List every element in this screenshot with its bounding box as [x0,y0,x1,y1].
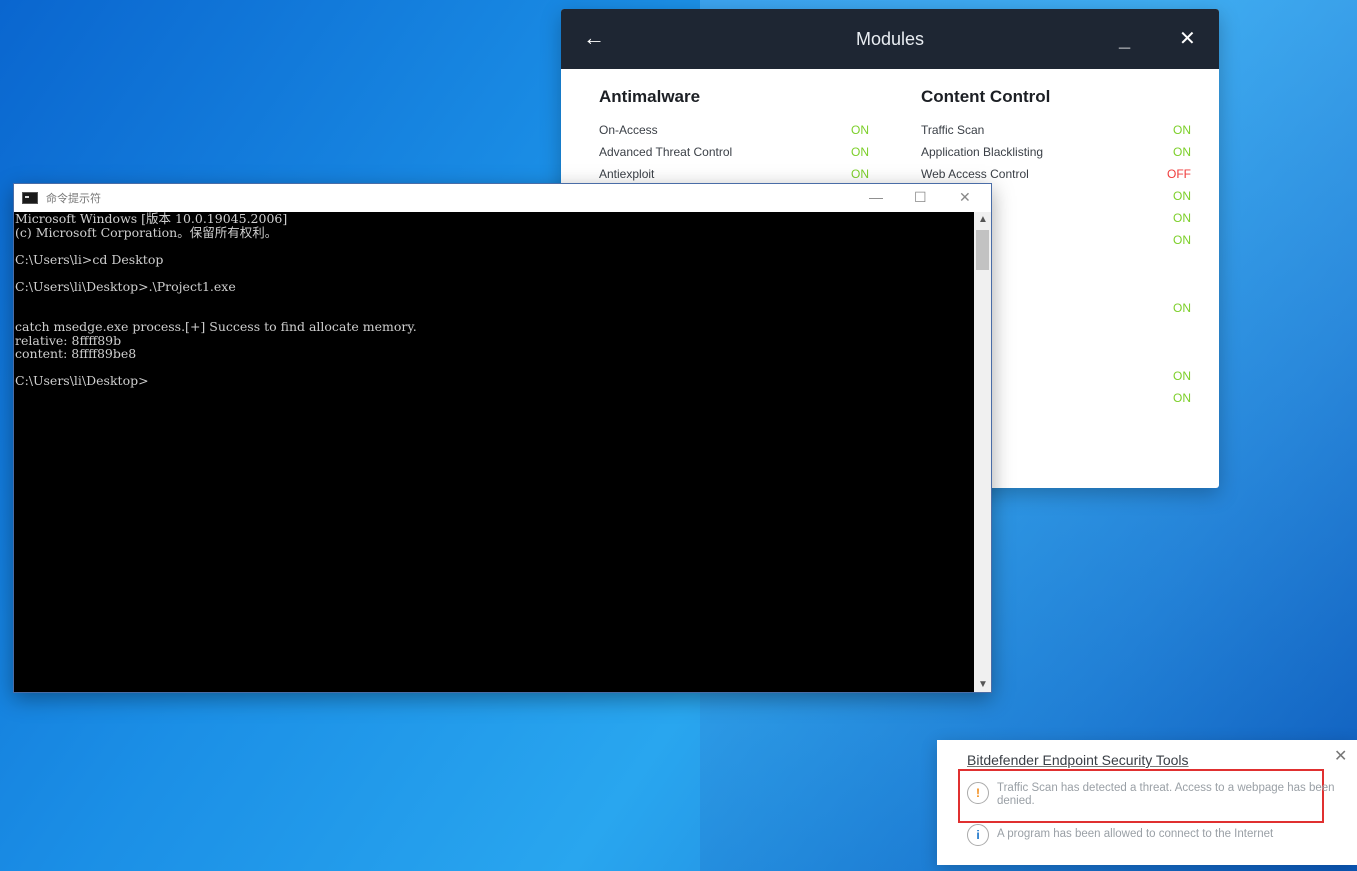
module-row[interactable]: Advanced Threat Control ON [599,141,869,163]
cmd-scrollbar[interactable]: ▲ ▼ [974,212,991,692]
notification-item-info[interactable]: i A program has been allowed to connect … [967,824,1337,846]
minimize-icon[interactable]: _ [1119,29,1130,52]
module-status[interactable]: ON [1173,119,1191,141]
module-status[interactable]: OFF [1167,163,1191,185]
warning-icon: ! [967,782,989,804]
modules-header: ← Modules _ ✕ [561,9,1219,69]
module-label: Antiexploit [599,167,655,181]
module-row[interactable]: Antiexploit ON [599,163,869,185]
module-status[interactable]: ON [851,119,869,141]
notification-close-icon[interactable]: ✕ [1334,746,1347,766]
module-status[interactable]: ON [851,163,869,185]
bitdefender-notification: Bitdefender Endpoint Security Tools ✕ ! … [937,740,1357,865]
module-row[interactable]: Application Blacklisting ON [921,141,1191,163]
module-label: Web Access Control [921,167,1029,181]
modules-title: Modules [855,28,925,49]
console-line: relative: 8ffff89b [15,332,122,348]
cmd-title-bar[interactable]: 命令提示符 — ☐ ✕ [14,184,991,212]
close-icon[interactable]: ✕ [1179,26,1196,51]
module-status[interactable]: ON [1173,297,1191,319]
module-label: Application Blacklisting [921,145,1044,159]
notification-text: A program has been allowed to connect to… [997,828,1274,840]
console-line: (c) Microsoft Corporation。保留所有权利。 [15,224,278,240]
module-section-title: Antimalware [599,87,701,106]
module-status[interactable]: ON [1173,365,1191,387]
console-line: content: 8ffff89be8 [15,346,137,361]
command-prompt-window: 命令提示符 — ☐ ✕ Microsoft Windows [版本 10.0.1… [13,183,992,693]
console-line: Microsoft Windows [版本 10.0.19045.2006] [15,212,288,226]
module-label: Traffic Scan [921,123,985,137]
module-section-title: Content Control [921,87,1051,106]
notification-item-threat[interactable]: ! Traffic Scan has detected a threat. Ac… [967,782,1337,808]
back-arrow-icon[interactable]: ← [583,25,605,51]
notification-text: Traffic Scan has detected a threat. Acce… [997,782,1335,807]
console-line: C:\Users\li\Desktop>.\Project1.exe [15,278,236,294]
info-icon: i [967,824,989,846]
modules-left-column: Antimalware On-Access ON Advanced Threat Co… [599,87,869,185]
cmd-app-icon [22,192,38,204]
module-row[interactable]: Traffic Scan ON [921,119,1191,141]
module-label: On-Access [599,123,658,137]
console-line: C:\Users\li>cd Desktop [15,251,164,267]
module-status[interactable]: ON [1173,387,1191,409]
notification-title: Bitdefender Endpoint Security Tools [967,752,1189,768]
module-status[interactable]: ON [1173,141,1191,163]
console-line: catch msedge.exe process.[+] Success to … [15,319,417,334]
module-label: Advanced Threat Control [599,145,733,159]
cmd-close-icon[interactable]: ✕ [959,189,971,206]
module-status[interactable]: ON [1173,207,1191,229]
cmd-title: 命令提示符 [46,193,101,205]
cmd-maximize-icon[interactable]: ☐ [914,189,927,206]
cmd-console-output[interactable]: Microsoft Windows [版本 10.0.19045.2006] (c… [14,212,973,692]
module-status[interactable]: ON [851,141,869,163]
module-row[interactable]: Web Access Control OFF [921,163,1191,185]
module-status[interactable]: ON [1173,229,1191,251]
scroll-thumb[interactable] [976,230,989,270]
scroll-up-icon[interactable]: ▲ [978,214,988,225]
module-status[interactable]: ON [1173,185,1191,207]
scroll-down-icon[interactable]: ▼ [978,679,988,690]
cmd-minimize-icon[interactable]: — [869,189,883,205]
console-line: C:\Users\li\Desktop> [15,373,149,388]
module-row[interactable]: On-Access ON [599,119,869,141]
